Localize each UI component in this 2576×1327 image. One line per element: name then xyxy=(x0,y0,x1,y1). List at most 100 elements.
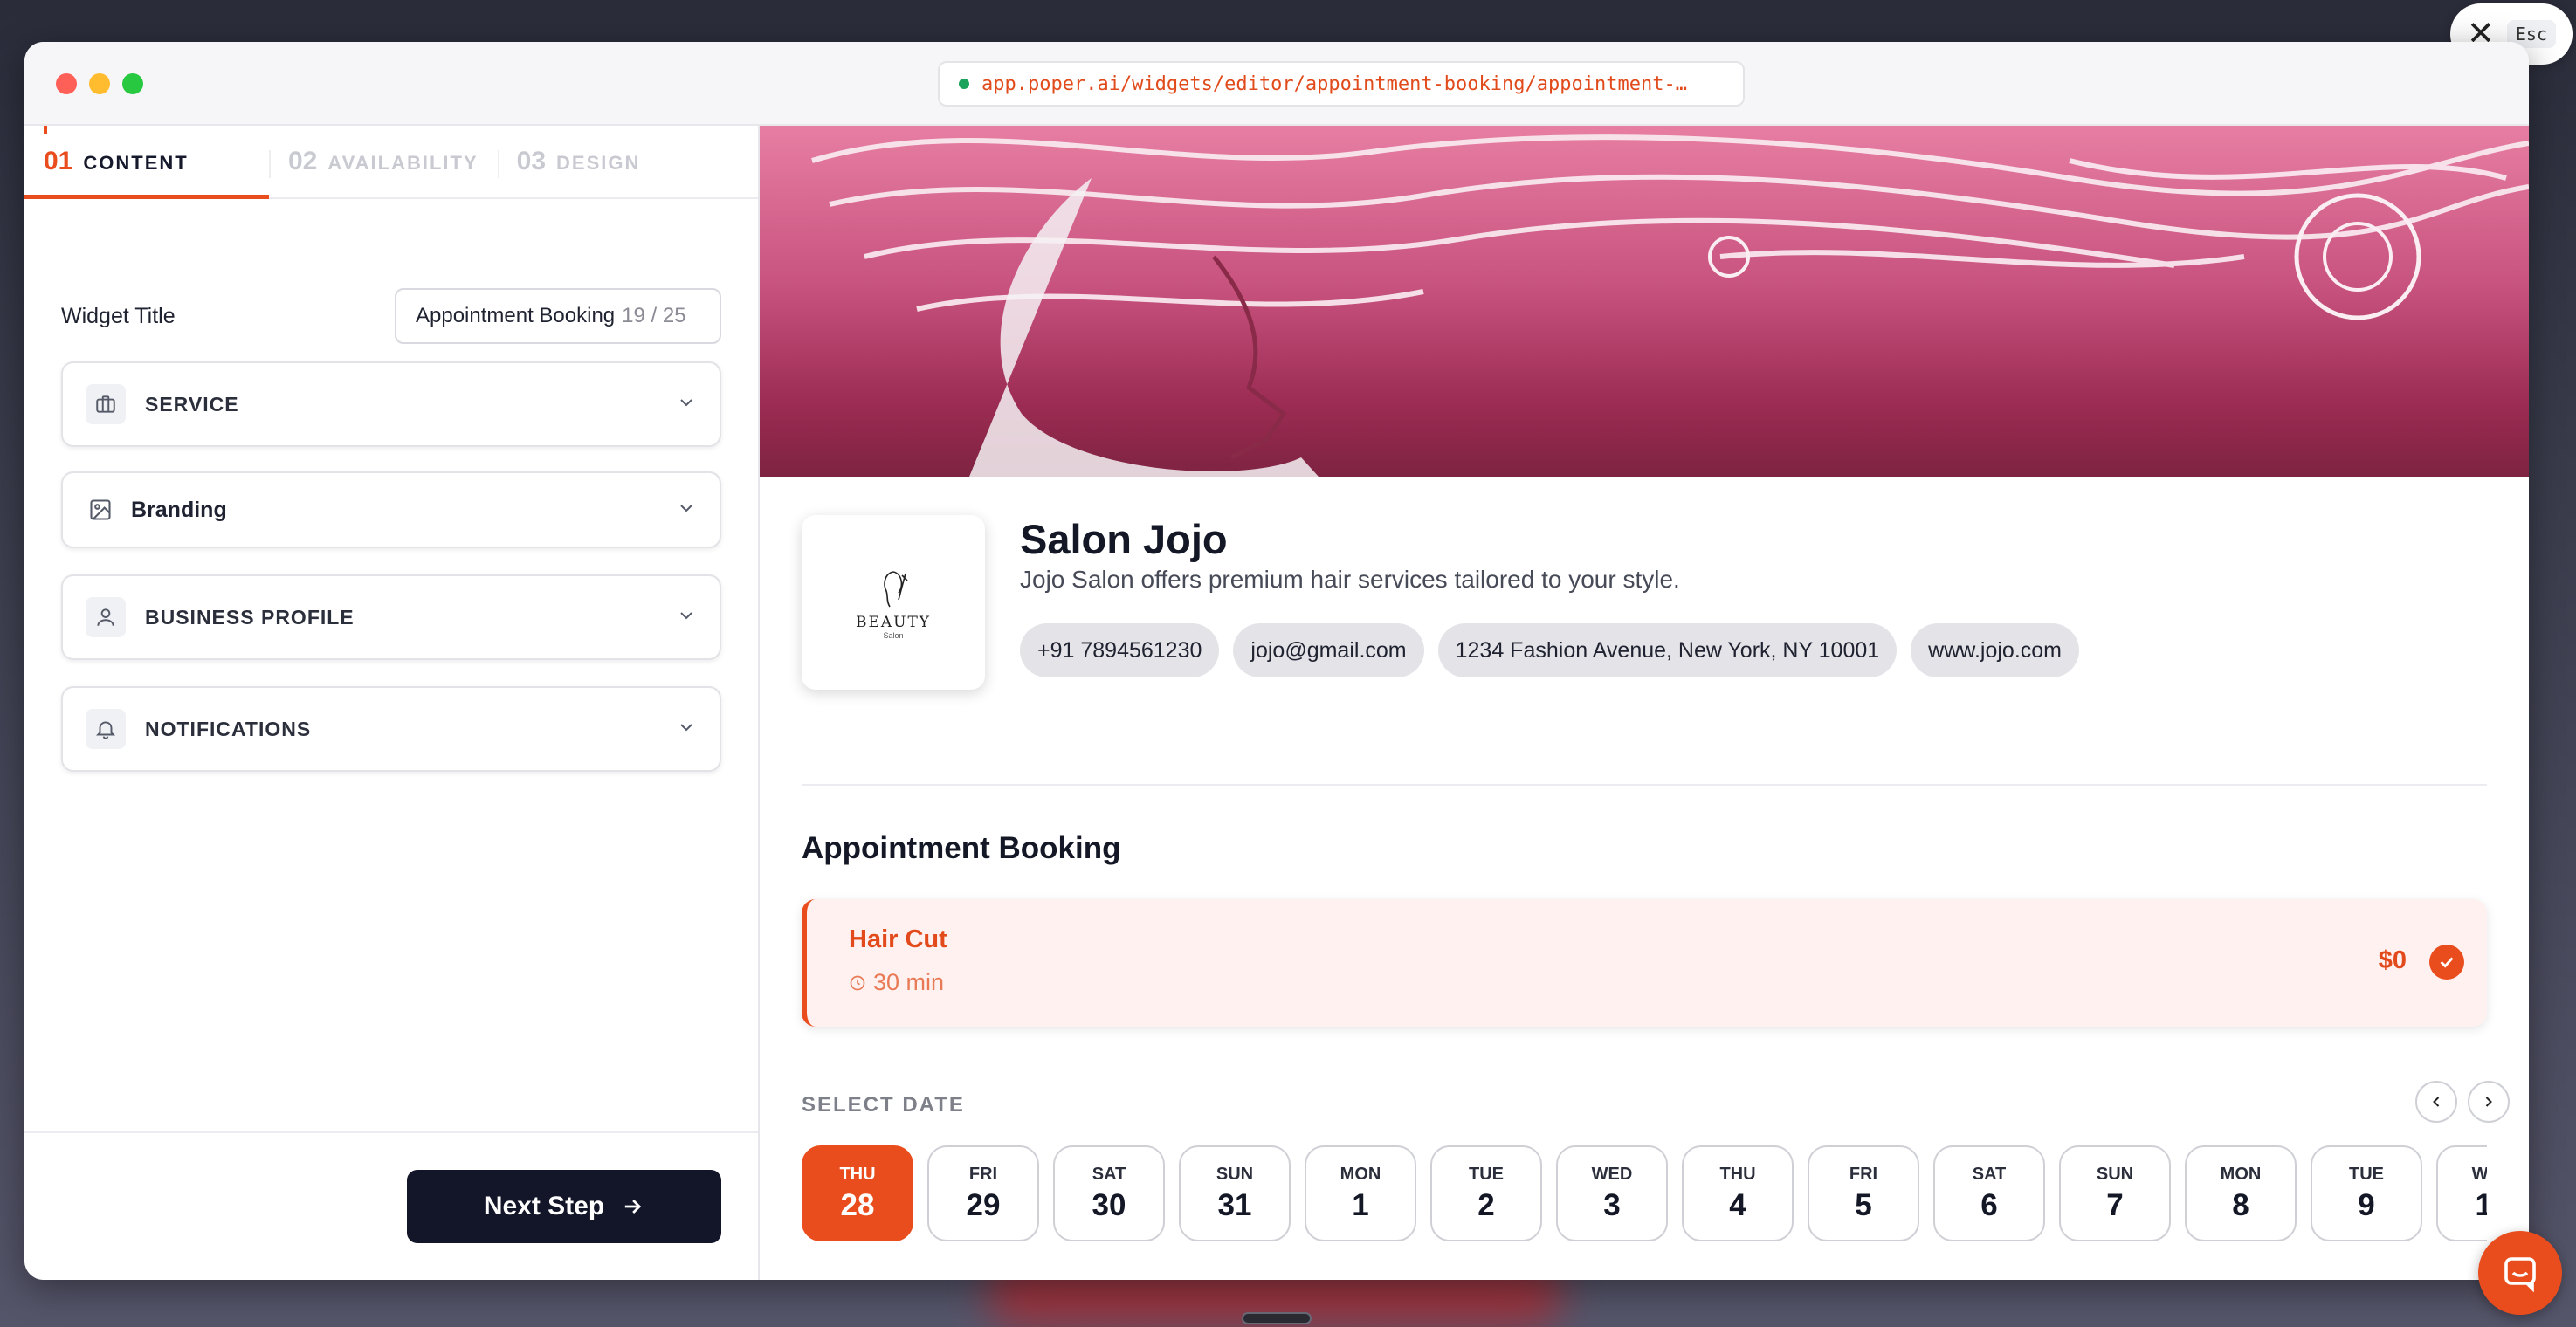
service-option-card[interactable]: Hair Cut 30 min $0 xyxy=(802,899,2487,1027)
business-description: Jojo Salon offers premium hair services … xyxy=(1020,566,1680,593)
phone-chip[interactable]: +91 7894561230 xyxy=(1020,623,1220,677)
chevron-left-icon xyxy=(2433,1097,2440,1107)
date-number: 31 xyxy=(1217,1187,1252,1222)
date-option[interactable]: MON 1 xyxy=(1305,1145,1416,1241)
step-tabs: 01 CONTENT 02 AVAILABILITY 03 DESIGN xyxy=(24,126,758,199)
service-duration-text: 30 min xyxy=(873,969,945,995)
service-duration: 30 min xyxy=(849,969,944,996)
close-window-button[interactable] xyxy=(56,73,77,94)
date-option[interactable]: SUN 31 xyxy=(1179,1145,1291,1241)
widget-title-input[interactable]: Appointment Booking 19 / 25 xyxy=(395,288,721,344)
tab-label: CONTENT xyxy=(83,152,189,174)
bell-icon xyxy=(86,709,126,749)
date-number: 1 xyxy=(1352,1187,1369,1222)
date-number: 7 xyxy=(2106,1187,2124,1222)
date-weekday: WED xyxy=(2471,1164,2487,1184)
business-name: Salon Jojo xyxy=(1020,516,1228,562)
character-count: 19 / 25 xyxy=(622,304,686,327)
next-step-label: Next Step xyxy=(483,1192,605,1220)
date-weekday: TUE xyxy=(1469,1164,1504,1184)
business-profile-section[interactable]: BUSINESS PROFILE xyxy=(61,574,721,660)
branding-section[interactable]: Branding xyxy=(61,471,721,548)
home-indicator xyxy=(1242,1312,1312,1324)
date-option[interactable]: THU 4 xyxy=(1682,1145,1794,1241)
arrow-right-icon xyxy=(625,1200,642,1214)
contact-chips: +91 7894561230 jojo@gmail.com 1234 Fashi… xyxy=(1020,623,2079,677)
date-weekday: THU xyxy=(839,1164,876,1184)
beauty-face-logo-icon xyxy=(884,571,908,608)
browser-window: app.poper.ai/widgets/editor/appointment-… xyxy=(24,42,2529,1280)
maximize-window-button[interactable] xyxy=(122,73,143,94)
tab-content[interactable]: 01 CONTENT xyxy=(24,126,269,199)
widget-title-value: Appointment Booking xyxy=(416,304,616,327)
tab-number: 03 xyxy=(516,147,547,175)
date-number: 8 xyxy=(2232,1187,2249,1222)
email-chip[interactable]: jojo@gmail.com xyxy=(1233,623,1424,677)
editor-panel: 01 CONTENT 02 AVAILABILITY 03 DESIGN Wid… xyxy=(24,126,760,1280)
chevron-down-icon xyxy=(676,498,697,523)
date-number: 2 xyxy=(1477,1187,1495,1222)
chevron-right-icon xyxy=(2485,1097,2492,1107)
date-number: 28 xyxy=(840,1187,875,1222)
address-chip[interactable]: 1234 Fashion Avenue, New York, NY 10001 xyxy=(1437,623,1898,677)
date-weekday: WED xyxy=(1591,1164,1633,1184)
service-section[interactable]: SERVICE xyxy=(61,361,721,447)
date-weekday: SAT xyxy=(1972,1164,2007,1184)
select-date-label: SELECT DATE xyxy=(802,1093,965,1117)
title-bar: app.poper.ai/widgets/editor/appointment-… xyxy=(24,42,2529,126)
date-option[interactable]: TUE 9 xyxy=(2311,1145,2422,1241)
date-option[interactable]: FRI 5 xyxy=(1808,1145,1919,1241)
date-option[interactable]: SAT 30 xyxy=(1053,1145,1165,1241)
date-weekday: SUN xyxy=(2096,1164,2134,1184)
date-weekday: SAT xyxy=(1092,1164,1126,1184)
website-chip[interactable]: www.jojo.com xyxy=(1911,623,2079,677)
address-bar[interactable]: app.poper.ai/widgets/editor/appointment-… xyxy=(938,61,1745,107)
chat-icon xyxy=(2504,1257,2536,1293)
clock-icon xyxy=(850,975,865,990)
date-number: 9 xyxy=(2358,1187,2375,1222)
date-option[interactable]: SAT 6 xyxy=(1933,1145,2045,1241)
chat-support-button[interactable] xyxy=(2478,1231,2562,1315)
business-profile-label: BUSINESS PROFILE xyxy=(145,605,355,629)
date-number: 5 xyxy=(1855,1187,1872,1222)
date-number: 30 xyxy=(1092,1187,1126,1222)
next-step-button[interactable]: Next Step xyxy=(407,1170,721,1243)
tab-label: DESIGN xyxy=(556,152,641,174)
date-weekday: MON xyxy=(1340,1164,1381,1184)
business-logo: BEAUTY Salon xyxy=(802,515,985,690)
prev-dates-button[interactable] xyxy=(2415,1081,2457,1123)
widget-preview: BEAUTY Salon Salon Jojo Jojo Salon offer… xyxy=(760,126,2529,1280)
date-option[interactable]: SUN 7 xyxy=(2059,1145,2171,1241)
tab-availability[interactable]: 02 AVAILABILITY xyxy=(269,126,498,199)
editor-footer: Next Step xyxy=(24,1131,758,1280)
date-option[interactable]: MON 8 xyxy=(2185,1145,2297,1241)
date-weekday: SUN xyxy=(1216,1164,1254,1184)
chevron-down-icon xyxy=(676,717,697,742)
tab-label: AVAILABILITY xyxy=(327,152,479,174)
date-option[interactable]: THU 28 xyxy=(802,1145,913,1241)
date-option[interactable]: TUE 2 xyxy=(1430,1145,1542,1241)
tab-design[interactable]: 03 DESIGN xyxy=(497,126,660,199)
date-option[interactable]: WED 3 xyxy=(1556,1145,1668,1241)
secure-dot-icon xyxy=(959,79,969,89)
date-picker: THU 28 FRI 29 SAT 30 SUN 31 MON 1 TUE 2 WED 3 THU 4 FRI 5… xyxy=(802,1145,2487,1243)
next-dates-button[interactable] xyxy=(2468,1081,2510,1123)
chevron-down-icon xyxy=(676,605,697,630)
user-icon xyxy=(86,597,126,637)
date-weekday: FRI xyxy=(968,1164,998,1184)
notifications-label: NOTIFICATIONS xyxy=(145,717,312,740)
notifications-section[interactable]: NOTIFICATIONS xyxy=(61,686,721,772)
widget-title-row: Widget Title Appointment Booking 19 / 25 xyxy=(61,288,721,344)
branding-section-label: Branding xyxy=(131,497,227,522)
logo-text: BEAUTY xyxy=(855,614,932,631)
date-option[interactable]: WED 10 xyxy=(2436,1145,2487,1241)
date-number: 10 xyxy=(2475,1187,2487,1222)
booking-section-title: Appointment Booking xyxy=(802,831,1121,865)
image-icon xyxy=(86,490,115,530)
service-name: Hair Cut xyxy=(849,925,947,953)
logo-subtext: Salon xyxy=(883,631,904,640)
minimize-window-button[interactable] xyxy=(89,73,110,94)
date-number: 4 xyxy=(1729,1187,1746,1222)
selected-check-icon xyxy=(2429,945,2464,980)
date-option[interactable]: FRI 29 xyxy=(927,1145,1039,1241)
